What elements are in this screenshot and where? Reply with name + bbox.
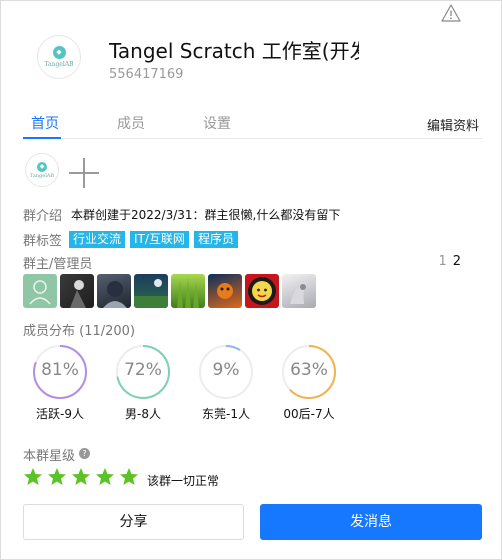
share-button[interactable]: 分享 (23, 504, 244, 540)
rating-text: 该群一切正常 (147, 474, 220, 488)
tag-it[interactable]: IT/互联网 (130, 231, 189, 248)
pager-total: 2 (452, 254, 461, 269)
stat-percent: 72% (124, 360, 162, 380)
help-icon[interactable]: ? (79, 448, 90, 459)
group-title: Tangel Scratch 工作室(开发群 (109, 39, 359, 63)
admin-avatar[interactable] (171, 274, 205, 308)
tag-list: 行业交流 IT/互联网 程序员 (69, 231, 238, 248)
stat-caption: 00后-7人 (283, 407, 335, 421)
stat-percent: 63% (290, 360, 328, 380)
star-icon (24, 468, 42, 485)
tab-settings[interactable]: 设置 (203, 113, 231, 133)
diamond-logo-icon: ◆ (52, 46, 66, 59)
group-avatar[interactable]: ◆ TangelAB (37, 35, 81, 79)
stat-percent: 81% (41, 360, 79, 380)
add-photo-icon[interactable] (67, 156, 101, 190)
stat-ring-male: 72% (115, 344, 171, 400)
group-profile-window: ◆ TangelAB Tangel Scratch 工作室(开发群 556417… (0, 0, 502, 560)
tab-bar: 首页 成员 设置 编辑资料 (23, 107, 483, 139)
star-icon (72, 468, 90, 485)
admin-avatar-list (23, 274, 316, 308)
intro-text: 本群创建于2022/3/31：群主很懒,什么都没有留下 (71, 208, 341, 222)
stat-caption: 东莞-1人 (202, 407, 250, 421)
tab-home[interactable]: 首页 (31, 113, 59, 133)
edit-profile-button[interactable]: 编辑资料 (427, 115, 479, 134)
star-icon (96, 468, 114, 485)
group-id: 556417169 (109, 67, 184, 82)
intro-label: 群介绍 (23, 209, 63, 224)
tags-label: 群标签 (23, 234, 63, 249)
stat-percent: 9% (212, 360, 240, 380)
admin-avatar[interactable] (282, 274, 316, 308)
group-rating-label: 本群星级 (23, 449, 76, 464)
stat-ring-location: 9% (198, 344, 254, 400)
diamond-logo-icon: ◆ (37, 161, 47, 172)
pager-current: 1 (438, 254, 447, 269)
tag-industry[interactable]: 行业交流 (69, 231, 126, 248)
send-message-button[interactable]: 发消息 (260, 504, 482, 540)
stat-ring-active: 81% (32, 344, 88, 400)
admin-pager[interactable]: 12 (438, 254, 461, 269)
stat-caption: 男-8人 (125, 407, 161, 421)
tag-programmer[interactable]: 程序员 (193, 231, 238, 248)
admin-avatar[interactable] (60, 274, 94, 308)
stat-ring-age: 63% (281, 344, 337, 400)
logo-text: TangelAB (44, 61, 74, 68)
logo-text: TangelAB (29, 172, 55, 179)
tab-members[interactable]: 成员 (117, 113, 145, 133)
admin-avatar[interactable] (245, 274, 279, 308)
rating-stars (23, 467, 139, 487)
admin-avatar[interactable] (23, 274, 57, 308)
admin-avatar[interactable] (134, 274, 168, 308)
admin-avatar[interactable] (97, 274, 131, 308)
star-icon (48, 468, 66, 485)
star-icon (120, 468, 138, 485)
admins-label: 群主/管理员 (23, 257, 93, 272)
report-warning-icon[interactable] (441, 4, 461, 22)
stat-caption: 活跃-9人 (36, 407, 84, 421)
member-distribution-label: 成员分布 (11/200) (23, 324, 136, 339)
group-photo-thumbnail[interactable]: ◆ TangelAB (25, 153, 59, 187)
active-tab-indicator (23, 137, 61, 139)
admin-avatar[interactable] (208, 274, 242, 308)
